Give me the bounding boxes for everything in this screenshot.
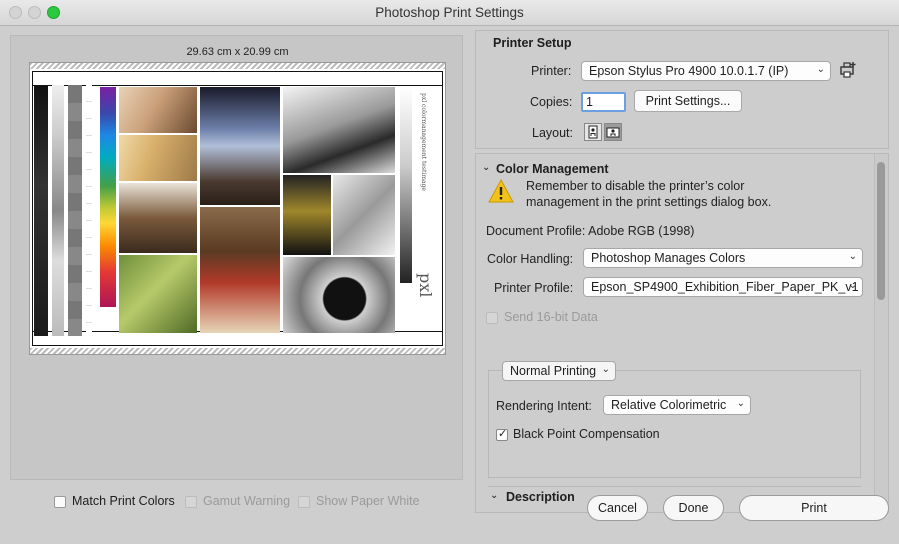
scrollbar-track[interactable] — [874, 154, 888, 512]
description-title[interactable]: Description — [506, 490, 575, 504]
print-preview-paper[interactable]: pxl colormanagement testimage pxl — [29, 62, 446, 355]
white-step-strip — [86, 85, 92, 336]
portrait-photo-2 — [119, 135, 197, 181]
cutlery-photo — [333, 175, 395, 255]
printer-profile-label: Printer Profile: — [494, 281, 574, 295]
layout-label: Layout: — [532, 126, 574, 140]
chevron-down-icon[interactable]: ⌄ — [482, 162, 490, 173]
match-print-colors-checkbox[interactable] — [54, 496, 66, 508]
margin-hatch-bottom — [30, 348, 445, 354]
black-point-compensation-checkbox[interactable] — [496, 427, 508, 441]
printer-setup-panel: Printer Setup Printer: Epson Stylus Pro … — [475, 30, 889, 149]
send-16bit-label: Send 16-bit Data — [504, 310, 598, 324]
watch-photo — [283, 257, 395, 333]
portrait-layout-icon[interactable] — [584, 123, 602, 141]
title-bar: Photoshop Print Settings — [0, 0, 899, 26]
gray-step-strip — [68, 85, 82, 336]
landscape-photo — [119, 255, 197, 333]
warning-message-line-1: Remember to disable the printer’s color — [526, 179, 745, 193]
color-management-title[interactable]: Color Management — [496, 162, 609, 176]
cancel-button[interactable]: Cancel — [587, 495, 648, 521]
match-print-colors-label: Match Print Colors — [72, 494, 175, 508]
print-button[interactable]: Print — [739, 495, 889, 521]
printer-select-value: Epson Stylus Pro 4900 10.0.1.7 (IP) — [589, 64, 789, 78]
printer-profile-value: Epson_SP4900_Exhibition_Fiber_Paper_PK_v… — [591, 280, 859, 294]
rendering-intent-label: Rendering Intent: — [496, 399, 592, 413]
frame-line-top — [32, 85, 443, 86]
gamut-warning-label: Gamut Warning — [203, 494, 291, 508]
warning-message-line-2: management in the print settings dialog … — [526, 195, 772, 209]
copies-label: Copies: — [530, 95, 573, 109]
margin-hatch-top — [30, 63, 445, 69]
print-preview-panel: 29.63 cm x 20.99 cm pxl colormanagement … — [10, 35, 463, 480]
show-paper-white-checkbox[interactable] — [298, 496, 310, 508]
add-printer-icon[interactable] — [838, 60, 858, 80]
scrollbar-thumb[interactable] — [877, 162, 885, 300]
document-profile-text: Document Profile: Adobe RGB (1998) — [486, 224, 695, 238]
color-management-panel: ⌄ Color Management Remember to disable t… — [475, 153, 889, 513]
copies-input[interactable]: 1 — [581, 92, 626, 112]
normal-printing-select[interactable]: Normal Printing ⌄ — [502, 361, 616, 381]
show-paper-white-label: Show Paper White — [316, 494, 420, 508]
printer-profile-select[interactable]: Epson_SP4900_Exhibition_Fiber_Paper_PK_v… — [583, 277, 863, 297]
chevron-down-icon[interactable]: ⌄ — [490, 490, 498, 501]
gamut-warning-checkbox[interactable] — [185, 496, 197, 508]
rendering-intent-select[interactable]: Relative Colorimetric ⌄ — [603, 395, 751, 415]
chevron-down-icon: ⌄ — [848, 251, 857, 262]
portrait-photo-1 — [119, 87, 197, 133]
color-handling-value: Photoshop Manages Colors — [591, 251, 746, 265]
warning-icon — [488, 178, 514, 203]
paper-size-label: 29.63 cm x 20.99 cm — [186, 46, 289, 58]
landscape-layout-icon[interactable] — [604, 123, 622, 141]
chevron-down-icon: ⌄ — [848, 280, 857, 291]
bw-legs-photo — [283, 87, 395, 173]
color-handling-label: Color Handling: — [487, 252, 574, 266]
dialog-body: 29.63 cm x 20.99 cm pxl colormanagement … — [0, 27, 899, 544]
normal-printing-group — [488, 370, 861, 478]
gray-wedge-strip — [400, 87, 412, 283]
spectrum-strip — [100, 87, 116, 307]
chevron-down-icon: ⌄ — [736, 398, 745, 409]
gold-object-photo — [283, 175, 331, 255]
printer-setup-title: Printer Setup — [493, 36, 572, 50]
printer-label: Printer: — [531, 64, 572, 78]
mountain-photo — [200, 87, 280, 205]
rendering-intent-value: Relative Colorimetric — [611, 398, 727, 412]
color-handling-select[interactable]: Photoshop Manages Colors ⌄ — [583, 248, 863, 268]
print-settings-button[interactable]: Print Settings... — [634, 90, 742, 112]
wine-bottles-photo — [200, 207, 280, 333]
black-strip — [34, 85, 48, 336]
chevron-down-icon: ⌄ — [816, 64, 825, 75]
warning-message: Remember to disable the printer’s color … — [526, 178, 771, 210]
pxl-vertical-text: pxl colormanagement testimage — [420, 93, 427, 191]
fashion-photo — [119, 183, 197, 253]
pxl-logo: pxl — [416, 273, 435, 298]
window-title: Photoshop Print Settings — [375, 5, 524, 20]
send-16bit-checkbox[interactable] — [486, 312, 498, 324]
black-point-compensation-label: Black Point Compensation — [513, 427, 660, 441]
gray-ramp-strip — [52, 85, 64, 336]
chevron-down-icon: ⌄ — [601, 364, 610, 375]
section-divider — [488, 486, 861, 487]
done-button[interactable]: Done — [663, 495, 724, 521]
printer-select[interactable]: Epson Stylus Pro 4900 10.0.1.7 (IP) ⌄ — [581, 61, 831, 81]
normal-printing-value: Normal Printing — [510, 364, 597, 378]
